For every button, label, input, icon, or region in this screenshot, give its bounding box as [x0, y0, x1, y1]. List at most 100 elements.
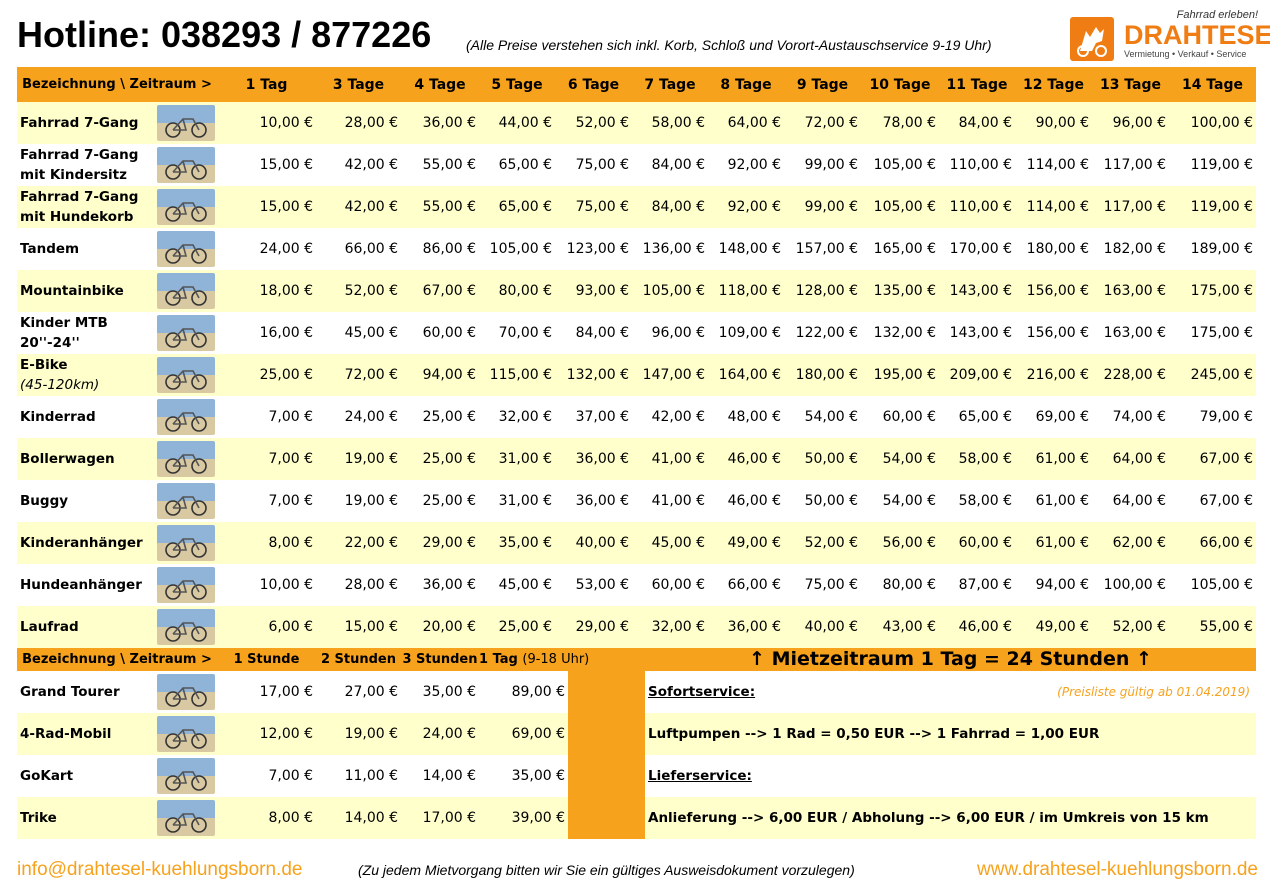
item-name: E-Bike [20, 357, 68, 373]
table-row: Trike 8,00 €14,00 €17,00 €39,00 € [17, 797, 645, 839]
price-cell: 53,00 € [575, 577, 629, 593]
price-cell: 52,00 € [784, 522, 861, 564]
price-cell: 114,00 € [1026, 157, 1089, 173]
price-cell: 72,00 € [784, 102, 861, 144]
price-cell: 28,00 € [316, 102, 401, 144]
price-cell: 52,00 € [555, 102, 632, 144]
price-cell: 119,00 € [1169, 186, 1256, 228]
price-cell: 96,00 € [651, 325, 705, 341]
price-cell: 6,00 € [217, 606, 316, 648]
price-cell: 54,00 € [804, 409, 858, 425]
daily-col-header: 8 Tage [708, 67, 784, 102]
price-cell: 64,00 € [1112, 493, 1166, 509]
item-name: Fahrrad 7-Gang [20, 115, 139, 131]
price-cell: 67,00 € [401, 270, 479, 312]
daily-col-header: 3 Tage [316, 67, 401, 102]
grand-tourer-icon [157, 674, 215, 710]
price-cell: 105,00 € [873, 157, 936, 173]
price-cell: 65,00 € [498, 157, 552, 173]
luftpumpen-text: Luftpumpen --> 1 Rad = 0,50 EUR --> 1 Fa… [648, 726, 1100, 742]
price-cell: 94,00 € [401, 354, 479, 396]
price-cell: 96,00 € [1092, 102, 1169, 144]
hourly-label-header: Bezeichnung \ Zeitraum > [17, 648, 217, 671]
footer-website-link[interactable]: www.drahtesel-kuehlungsborn.de [977, 859, 1258, 881]
price-cell: 32,00 € [632, 606, 708, 648]
price-cell: 25,00 € [479, 606, 555, 648]
price-cell: 16,00 € [259, 325, 313, 341]
price-cell: 175,00 € [1190, 325, 1253, 341]
price-cell: 54,00 € [861, 438, 939, 480]
price-cell: 93,00 € [555, 270, 632, 312]
item-image-cell [157, 186, 217, 228]
price-cell: 65,00 € [479, 186, 555, 228]
table-row: E-Bike (45-120km) 25,00 €72,00 €94,00 €115… [17, 354, 1256, 396]
item-image-cell [157, 522, 217, 564]
item-subtitle: (45-120km) [20, 377, 100, 393]
item-name: Kinderrad [20, 409, 96, 425]
hourly-col-header: 3 Stunden [401, 648, 479, 671]
price-cell: 55,00 € [1169, 606, 1256, 648]
price-cell: 19,00 € [316, 438, 401, 480]
price-cell: 182,00 € [1103, 241, 1166, 257]
price-cell: 15,00 € [316, 606, 401, 648]
price-cell: 66,00 € [1169, 522, 1256, 564]
price-cell: 87,00 € [958, 577, 1012, 593]
price-cell: 84,00 € [632, 186, 708, 228]
table-row: Bollerwagen 7,00 €19,00 €25,00 €31,00 €36… [17, 438, 1256, 480]
price-cell: 84,00 € [651, 157, 705, 173]
info-panel: ↑ Mietzeitraum 1 Tag = 24 Stunden ↑ Sofo… [645, 648, 1256, 839]
price-cell: 14,00 € [316, 797, 401, 839]
e-bike-icon [157, 357, 215, 393]
price-cell: 39,00 € [479, 797, 568, 839]
footer-email-link[interactable]: info@drahtesel-kuehlungsborn.de [17, 859, 302, 881]
daily-price-table: Bezeichnung \ Zeitraum >1 Tag 3 Tage 4 Tag… [17, 67, 1256, 648]
price-cell: 15,00 € [259, 157, 313, 173]
price-cell: 110,00 € [949, 157, 1012, 173]
price-cell: 20,00 € [401, 606, 479, 648]
spacer-cell [568, 755, 645, 797]
price-cell: 31,00 € [498, 493, 552, 509]
price-cell: 69,00 € [1035, 409, 1089, 425]
luftpumpen-row: Luftpumpen --> 1 Rad = 0,50 EUR --> 1 Fa… [645, 713, 1256, 755]
daily-label-header: Bezeichnung \ Zeitraum > [17, 67, 217, 102]
price-cell: 41,00 € [632, 438, 708, 480]
hourly-col-header: 2 Stunden [316, 648, 401, 671]
table-row: Buggy 7,00 € 19,00 € 25,00 € 31,00 € 36,00 € 4… [17, 480, 1256, 522]
mountainbike-icon [157, 273, 215, 309]
spacer-cell [568, 671, 645, 713]
kids-bike-icon [157, 399, 215, 435]
price-cell: 55,00 € [422, 157, 476, 173]
price-cell: 66,00 € [344, 241, 398, 257]
price-cell: 228,00 € [1092, 354, 1169, 396]
price-cell: 11,00 € [344, 768, 398, 784]
price-cell: 29,00 € [555, 606, 632, 648]
hourly-price-table: Bezeichnung \ Zeitraum > 1 Stunde 2 Stun… [17, 648, 645, 839]
price-cell: 61,00 € [1035, 493, 1089, 509]
price-cell: 32,00 € [498, 409, 552, 425]
price-cell: 58,00 € [939, 438, 1015, 480]
item-name: Mountainbike [20, 283, 124, 299]
price-cell: 67,00 € [1199, 493, 1253, 509]
anlieferung-text: Anlieferung --> 6,00 EUR / Abholung --> … [648, 810, 1209, 826]
price-cell: 58,00 € [958, 493, 1012, 509]
sofortservice-row: Sofortservice: (Preisliste gültig ab 01.… [645, 671, 1256, 713]
price-cell: 12,00 € [217, 713, 316, 755]
price-cell: 7,00 € [268, 768, 313, 784]
daily-col-header: 9 Tage [784, 67, 861, 102]
item-image-cell [157, 228, 217, 270]
item-name: GoKart [20, 768, 74, 784]
table-row: Fahrrad 7-Gang mit Kindersitz 15,00 € 42,0… [17, 144, 1256, 186]
price-cell: 165,00 € [873, 241, 936, 257]
price-cell: 60,00 € [651, 577, 705, 593]
kids-mtb-icon [157, 315, 215, 351]
item-name-cell: Kinder MTB 20''-24'' [17, 312, 157, 354]
item-name-cell: E-Bike (45-120km) [17, 354, 157, 396]
price-cell: 19,00 € [316, 713, 401, 755]
price-cell: 99,00 € [804, 157, 858, 173]
price-cell: 25,00 € [422, 493, 476, 509]
price-cell: 61,00 € [1015, 438, 1092, 480]
price-cell: 105,00 € [861, 186, 939, 228]
price-cell: 163,00 € [1103, 325, 1166, 341]
child-trailer-icon [157, 525, 215, 561]
item-image-cell [157, 102, 217, 144]
